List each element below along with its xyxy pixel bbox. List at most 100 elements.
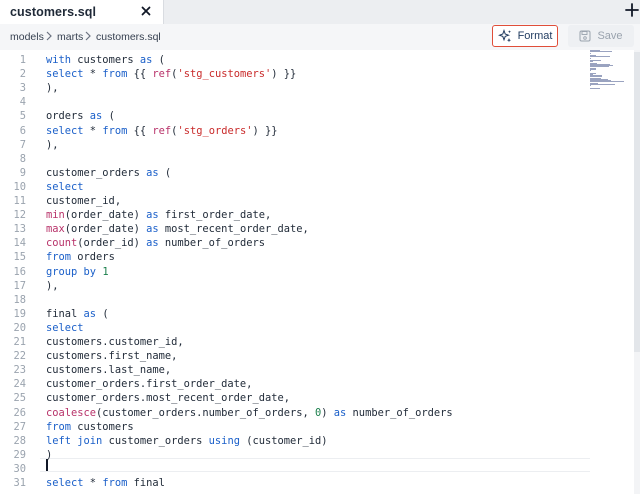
code-line[interactable]: customer_id, bbox=[46, 194, 121, 208]
chevron-right-icon bbox=[85, 31, 91, 41]
code-token: with bbox=[46, 54, 72, 66]
tab-label: customers.sql bbox=[10, 5, 97, 19]
code-line[interactable]: customers.customer_id, bbox=[46, 335, 184, 349]
line-number: 4 bbox=[19, 96, 26, 109]
save-disk-icon bbox=[579, 30, 591, 42]
code-token: as bbox=[146, 237, 159, 250]
code-token: most_recent_order_date, bbox=[158, 223, 309, 236]
format-button-label: Format bbox=[517, 30, 553, 42]
code-token: ( bbox=[96, 307, 109, 320]
code-line[interactable]: count(order_id) as number_of_orders bbox=[46, 236, 265, 250]
scrollbar-thumb[interactable] bbox=[634, 52, 640, 352]
code-line[interactable]: min(order_date) as first_order_date, bbox=[46, 208, 271, 222]
code-line[interactable]: customer_orders.first_order_date, bbox=[46, 377, 252, 391]
code-token: customer_orders.first_order_date, bbox=[46, 378, 253, 391]
code-token: customer_orders bbox=[102, 434, 209, 447]
code-token: ( bbox=[158, 166, 172, 179]
line-number: 7 bbox=[19, 138, 26, 151]
save-button-label: Save bbox=[597, 30, 623, 42]
code-line[interactable]: from orders bbox=[46, 250, 115, 264]
code-token: ), bbox=[46, 279, 59, 292]
code-line[interactable]: customer_orders.most_recent_order_date, bbox=[46, 391, 290, 405]
code-token: ), bbox=[46, 82, 59, 95]
code-token: final bbox=[127, 477, 165, 489]
code-token: customer_orders bbox=[46, 166, 147, 179]
code-token: first_order_date, bbox=[158, 209, 272, 222]
line-number: 20 bbox=[13, 321, 26, 334]
code-line[interactable]: select * from {{ ref('stg_orders') }} bbox=[46, 124, 278, 138]
code-token: final bbox=[46, 307, 84, 320]
plus-icon[interactable] bbox=[623, 1, 640, 19]
code-line[interactable]: ), bbox=[46, 81, 59, 95]
code-token: ) }} bbox=[252, 124, 278, 137]
code-line[interactable]: ) bbox=[46, 448, 52, 462]
code-token: from bbox=[102, 124, 128, 137]
code-token: * bbox=[83, 124, 103, 137]
code-token: ) }} bbox=[271, 68, 297, 81]
minimap-line bbox=[590, 83, 615, 85]
breadcrumb-models[interactable]: models bbox=[10, 31, 44, 43]
code-token: min bbox=[46, 209, 65, 222]
code-token: customers.last_name, bbox=[46, 364, 172, 377]
code-line[interactable]: ), bbox=[46, 279, 59, 293]
code-token: group by bbox=[46, 265, 97, 278]
chevron-right-icon bbox=[46, 31, 52, 41]
minimap-line bbox=[590, 70, 592, 71]
code-line[interactable]: from customers bbox=[46, 420, 134, 434]
code-line[interactable]: ), bbox=[46, 138, 59, 152]
code-line[interactable]: customer_orders as ( bbox=[46, 166, 171, 180]
code-line[interactable]: orders as ( bbox=[46, 109, 115, 123]
code-line[interactable]: group by 1 bbox=[46, 265, 109, 279]
code-token: from bbox=[102, 477, 128, 489]
close-icon[interactable] bbox=[139, 4, 153, 18]
code-token: customers.customer_id, bbox=[46, 336, 184, 348]
code-token: 'stg_orders' bbox=[177, 124, 253, 137]
code-token: as bbox=[333, 406, 347, 419]
code-token: select bbox=[46, 68, 84, 81]
code-token: ( bbox=[102, 110, 115, 123]
breadcrumb-file: customers.sql bbox=[96, 31, 161, 43]
line-number: 8 bbox=[19, 152, 26, 165]
line-number: 12 bbox=[13, 209, 26, 222]
code-token: as bbox=[146, 166, 159, 179]
code-line[interactable]: max(order_date) as most_recent_order_dat… bbox=[46, 222, 309, 236]
format-button[interactable]: Format bbox=[492, 25, 558, 47]
active-line-highlight bbox=[40, 458, 590, 472]
line-number: 24 bbox=[13, 378, 26, 391]
code-line[interactable]: select * from {{ ref('stg_customers') }} bbox=[46, 67, 296, 81]
code-line[interactable]: with customers as ( bbox=[46, 53, 165, 67]
editor-toolbar: models marts customers.sql Format Save bbox=[0, 24, 640, 50]
code-token: from bbox=[102, 68, 128, 81]
minimap-line bbox=[590, 87, 601, 89]
code-token: as bbox=[146, 223, 159, 236]
line-number: 6 bbox=[19, 124, 26, 137]
code-token: {{ bbox=[127, 68, 153, 81]
save-button[interactable]: Save bbox=[568, 25, 634, 47]
code-line[interactable]: select * from final bbox=[46, 476, 165, 490]
code-line[interactable]: customers.last_name, bbox=[46, 363, 171, 377]
code-line[interactable]: coalesce(customer_orders.number_of_order… bbox=[46, 406, 453, 420]
breadcrumb-marts[interactable]: marts bbox=[57, 31, 83, 43]
code-token: as bbox=[139, 54, 153, 66]
code-token: select bbox=[46, 477, 84, 489]
code-editor[interactable]: 1 2 3 4 5 6 7 8 9 10 11 12 13 14 15 16 17 18 19 20 21 22 23 24 2… bbox=[0, 50, 640, 494]
code-token: ) bbox=[321, 406, 334, 419]
code-line[interactable]: left join customer_orders using (custome… bbox=[46, 434, 328, 448]
code-line[interactable]: final as ( bbox=[46, 307, 109, 321]
line-number: 16 bbox=[13, 265, 26, 278]
code-token: coalesce bbox=[46, 406, 97, 419]
tab-customers-sql[interactable]: customers.sql bbox=[0, 0, 164, 24]
code-token: select bbox=[46, 124, 84, 137]
code-token: ), bbox=[46, 138, 59, 151]
code-line[interactable]: customers.first_name, bbox=[46, 349, 177, 363]
minimap[interactable] bbox=[590, 50, 626, 90]
code-token: customers bbox=[71, 420, 134, 433]
minimap-line bbox=[590, 56, 611, 58]
code-line[interactable]: select bbox=[46, 321, 84, 335]
code-line[interactable]: select bbox=[46, 180, 84, 194]
code-token: number_of_orders bbox=[346, 406, 453, 419]
tab-bar: customers.sql bbox=[0, 0, 640, 24]
code-token: ref bbox=[152, 68, 172, 81]
code-token: select bbox=[46, 321, 84, 334]
code-token: (customer_id) bbox=[239, 434, 328, 447]
